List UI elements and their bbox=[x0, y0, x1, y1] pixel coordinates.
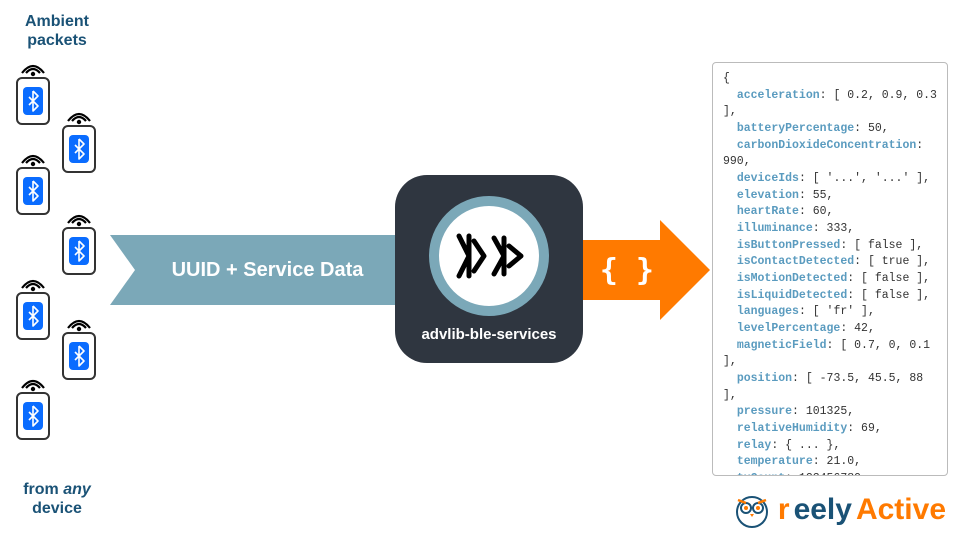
caption-ambient-packets: Ambientpackets bbox=[12, 12, 102, 50]
caption-from-any-device: from anydevice bbox=[12, 480, 102, 518]
owl-icon bbox=[732, 490, 772, 530]
json-row: isLiquidDetected: [ false ], bbox=[723, 288, 937, 305]
library-card: advlib-ble-services bbox=[395, 175, 583, 363]
wifi-icon bbox=[18, 270, 48, 292]
json-row: acceleration: [ 0.2, 0.9, 0.3 ], bbox=[723, 88, 937, 121]
output-arrow-brace: { } bbox=[600, 253, 654, 288]
json-row: batteryPercentage: 50, bbox=[723, 121, 937, 138]
wifi-icon bbox=[64, 310, 94, 332]
json-row: isButtonPressed: [ false ], bbox=[723, 238, 937, 255]
bluetooth-device-icon bbox=[16, 392, 50, 440]
json-row: deviceIds: [ '...', '...' ], bbox=[723, 171, 937, 188]
device-column bbox=[12, 55, 112, 475]
brand-active: Active bbox=[856, 493, 946, 527]
library-name: advlib-ble-services bbox=[421, 326, 556, 343]
bluetooth-device-icon bbox=[16, 77, 50, 125]
bluetooth-device-icon bbox=[16, 292, 50, 340]
wifi-icon bbox=[64, 205, 94, 227]
json-row: txCount: 123456789, bbox=[723, 471, 937, 476]
brand-eely: eely bbox=[794, 493, 852, 527]
json-row: isMotionDetected: [ false ], bbox=[723, 271, 937, 288]
json-row: carbonDioxideConcentration: 990, bbox=[723, 138, 937, 171]
input-arrow-label: UUID + Service Data bbox=[172, 259, 364, 282]
json-row: pressure: 101325, bbox=[723, 404, 937, 421]
wifi-icon bbox=[64, 103, 94, 125]
json-row: isContactDetected: [ true ], bbox=[723, 254, 937, 271]
json-row: languages: [ 'fr' ], bbox=[723, 304, 937, 321]
input-arrow: UUID + Service Data bbox=[110, 235, 400, 305]
bluetooth-device-icon bbox=[62, 227, 96, 275]
wifi-icon bbox=[18, 145, 48, 167]
bluetooth-device-icon bbox=[16, 167, 50, 215]
advlib-logo-icon bbox=[429, 196, 549, 316]
bluetooth-device-icon bbox=[62, 125, 96, 173]
brand-r: r bbox=[778, 493, 790, 527]
json-row: levelPercentage: 42, bbox=[723, 321, 937, 338]
reelyactive-brand: reelyActive bbox=[732, 490, 946, 530]
json-row: magneticField: [ 0.7, 0, 0.1 ], bbox=[723, 338, 937, 371]
json-output: { acceleration: [ 0.2, 0.9, 0.3 ], batte… bbox=[712, 62, 948, 476]
wifi-icon bbox=[18, 55, 48, 77]
json-row: heartRate: 60, bbox=[723, 204, 937, 221]
json-row: elevation: 55, bbox=[723, 188, 937, 205]
json-open-brace: { bbox=[723, 71, 937, 88]
wifi-icon bbox=[18, 370, 48, 392]
json-row: illuminance: 333, bbox=[723, 221, 937, 238]
json-row: relativeHumidity: 69, bbox=[723, 421, 937, 438]
json-row: position: [ -73.5, 45.5, 88 ], bbox=[723, 371, 937, 404]
json-row: temperature: 21.0, bbox=[723, 454, 937, 471]
json-row: relay: { ... }, bbox=[723, 438, 937, 455]
bluetooth-device-icon bbox=[62, 332, 96, 380]
